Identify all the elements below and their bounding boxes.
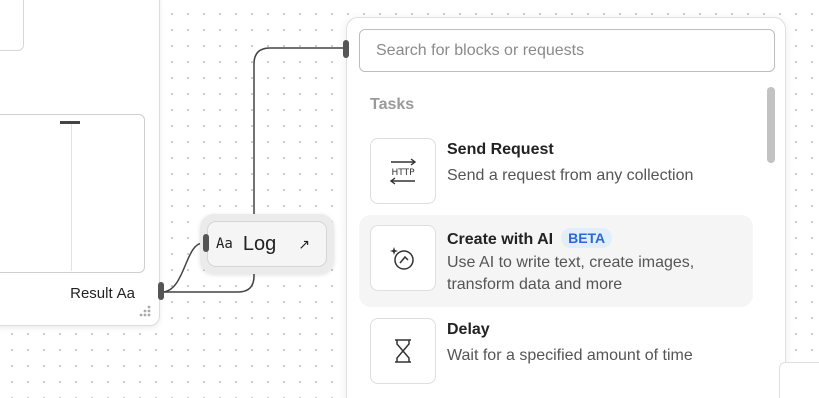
canvas-corner-panel[interactable]	[779, 362, 819, 398]
block-input-field[interactable]	[0, 0, 24, 51]
resize-handle-icon[interactable]	[138, 304, 152, 318]
svg-text:HTTP: HTTP	[391, 168, 415, 178]
arrow-up-right-icon[interactable]: ↗	[298, 236, 310, 253]
item-description: Wait for a specified amount of time	[447, 347, 693, 364]
item-description: Send a request from any collection	[447, 167, 694, 184]
ai-sparkle-icon	[370, 225, 436, 291]
item-title: Create with AI BETA	[447, 228, 613, 249]
item-title: Delay	[447, 321, 490, 338]
log-node-body[interactable]: Aa Log ↗	[207, 221, 327, 267]
block-picker-panel: Tasks HTTP Send Request Send a request f…	[346, 17, 786, 398]
list-item-create-with-ai[interactable]: Create with AI BETA Use AI to write text,…	[359, 215, 753, 307]
beta-badge: BETA	[561, 228, 613, 248]
http-icon: HTTP	[370, 138, 436, 204]
result-label-text: Result	[70, 285, 113, 302]
log-node[interactable]: Aa Log ↗	[200, 214, 334, 274]
panel-input-port[interactable]	[343, 40, 349, 58]
output-divider	[71, 121, 72, 271]
item-description: Use AI to write text, create images, tra…	[447, 254, 695, 293]
text-type-icon: Aa	[216, 236, 233, 252]
text-type-icon: Aa	[116, 285, 135, 302]
section-title-tasks: Tasks	[370, 96, 415, 113]
log-node-label: Log	[242, 232, 277, 255]
log-input-port[interactable]	[203, 234, 209, 252]
panel-scrollbar[interactable]	[767, 87, 775, 163]
list-item-delay[interactable]: Delay Wait for a specified amount of tim…	[359, 308, 753, 398]
item-title: Send Request	[447, 141, 554, 158]
search-input[interactable]	[359, 29, 775, 72]
output-marker	[60, 121, 80, 124]
list-item-send-request[interactable]: HTTP Send Request Send a request from an…	[359, 128, 753, 220]
result-output-port[interactable]	[158, 282, 164, 300]
hourglass-icon	[370, 318, 436, 384]
block-output-area	[0, 114, 145, 273]
result-output-label: Result Aa	[70, 285, 135, 302]
item-title-text: Create with AI	[447, 231, 554, 248]
block-card[interactable]: Result Aa	[0, 0, 160, 326]
